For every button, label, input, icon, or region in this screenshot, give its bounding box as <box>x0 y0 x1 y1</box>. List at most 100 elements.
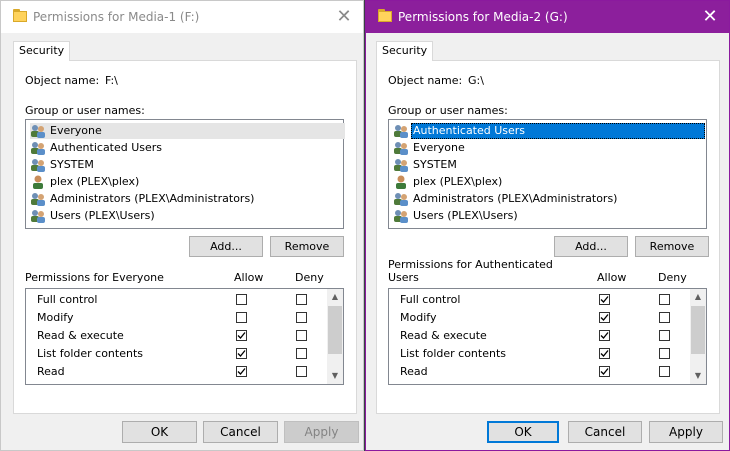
permission-row-list-folder-contents: List folder contents <box>389 345 689 363</box>
ok-button[interactable]: OK <box>487 421 559 443</box>
deny-checkbox-read-execute[interactable] <box>659 330 670 341</box>
permissions-label-line1: Permissions for Authenticated <box>388 258 553 271</box>
deny-checkbox-read[interactable] <box>659 366 670 377</box>
checkmark-icon <box>600 350 609 357</box>
deny-checkbox-list-folder-contents[interactable] <box>296 348 307 359</box>
permission-row-list-folder-contents: List folder contents <box>26 345 326 363</box>
permission-row-read: Read <box>389 363 689 381</box>
user-group-icon <box>393 157 409 173</box>
permission-row-full-control: Full control <box>389 291 689 309</box>
permission-row-full-control: Full control <box>26 291 326 309</box>
remove-button[interactable]: Remove <box>270 236 344 257</box>
allow-checkbox-full-control[interactable] <box>599 294 610 305</box>
checkmark-icon <box>237 350 246 357</box>
object-name-value: G:\ <box>468 74 484 87</box>
permission-row-modify: Modify <box>389 309 689 327</box>
security-panel: Object name: F:\ Group or user names: Ev… <box>13 60 357 414</box>
window-title: Permissions for Media-2 (G:) <box>398 10 568 24</box>
scroll-thumb[interactable] <box>328 306 342 354</box>
window-title: Permissions for Media-1 (F:) <box>33 10 200 24</box>
deny-header: Deny <box>658 271 687 284</box>
allow-checkbox-read-execute[interactable] <box>236 330 247 341</box>
deny-checkbox-read-execute[interactable] <box>296 330 307 341</box>
checkmark-icon <box>600 332 609 339</box>
folder-icon <box>13 9 27 22</box>
allow-checkbox-full-control[interactable] <box>236 294 247 305</box>
user-group-icon <box>30 191 46 207</box>
allow-checkbox-list-folder-contents[interactable] <box>599 348 610 359</box>
remove-button[interactable]: Remove <box>635 236 709 257</box>
user-group-icon <box>393 123 409 139</box>
tab-security[interactable]: Security <box>376 41 434 61</box>
scroll-up-icon[interactable]: ▲ <box>327 289 343 305</box>
user-group-icon <box>393 191 409 207</box>
security-panel: Object name: G:\ Group or user names: Au… <box>376 60 720 414</box>
deny-checkbox-modify[interactable] <box>296 312 307 323</box>
checkmark-icon <box>237 332 246 339</box>
permissions-label-line2: Users <box>388 271 419 284</box>
deny-header: Deny <box>295 271 324 284</box>
user-list[interactable]: Authenticated Users Everyone SYSTEM plex… <box>388 119 707 229</box>
apply-button[interactable]: Apply <box>649 421 723 443</box>
permissions-list: Full control Modify Read & execute List … <box>25 288 344 385</box>
cancel-button[interactable]: Cancel <box>568 421 642 443</box>
group-names-label: Group or user names: <box>388 104 508 117</box>
permissions-dialog-media-2: Permissions for Media-2 (G:) ✕ Security … <box>365 0 730 451</box>
permissions-list: Full control Modify Read & execute List … <box>388 288 707 385</box>
allow-checkbox-modify[interactable] <box>599 312 610 323</box>
title-bar[interactable]: Permissions for Media-1 (F:) ✕ <box>1 1 363 33</box>
list-item-authenticated-users[interactable]: Authenticated Users <box>393 123 705 139</box>
scroll-up-icon[interactable]: ▲ <box>690 289 706 305</box>
deny-checkbox-modify[interactable] <box>659 312 670 323</box>
user-group-icon <box>30 208 46 224</box>
user-list[interactable]: Everyone Authenticated Users SYSTEM plex… <box>25 119 345 229</box>
permission-row-read-execute: Read & execute <box>26 327 326 345</box>
permissions-scrollbar[interactable]: ▲ ▼ <box>690 289 706 384</box>
user-group-icon <box>30 140 46 156</box>
permissions-scrollbar[interactable]: ▲ ▼ <box>327 289 343 384</box>
object-name-label: Object name: <box>388 74 463 87</box>
checkmark-icon <box>600 314 609 321</box>
allow-header: Allow <box>597 271 627 284</box>
allow-checkbox-read[interactable] <box>236 366 247 377</box>
allow-checkbox-modify[interactable] <box>236 312 247 323</box>
permission-row-modify: Modify <box>26 309 326 327</box>
add-button[interactable]: Add... <box>189 236 263 257</box>
user-icon <box>30 174 46 190</box>
deny-checkbox-list-folder-contents[interactable] <box>659 348 670 359</box>
allow-checkbox-list-folder-contents[interactable] <box>236 348 247 359</box>
close-icon[interactable]: ✕ <box>697 4 723 30</box>
checkmark-icon <box>600 368 609 375</box>
close-icon[interactable]: ✕ <box>331 4 357 30</box>
scroll-down-icon[interactable]: ▼ <box>327 368 343 384</box>
user-group-icon <box>393 140 409 156</box>
scroll-thumb[interactable] <box>691 306 705 354</box>
permission-row-read: Read <box>26 363 326 381</box>
allow-checkbox-read[interactable] <box>599 366 610 377</box>
allow-checkbox-read-execute[interactable] <box>599 330 610 341</box>
title-bar[interactable]: Permissions for Media-2 (G:) ✕ <box>366 1 729 33</box>
user-group-icon <box>30 157 46 173</box>
ok-button[interactable]: OK <box>122 421 197 443</box>
apply-button[interactable]: Apply <box>284 421 359 443</box>
user-group-icon <box>393 208 409 224</box>
deny-checkbox-full-control[interactable] <box>659 294 670 305</box>
scroll-down-icon[interactable]: ▼ <box>690 368 706 384</box>
group-names-label: Group or user names: <box>25 104 145 117</box>
list-item-everyone[interactable]: Everyone <box>30 123 345 139</box>
folder-icon <box>378 9 392 22</box>
cancel-button[interactable]: Cancel <box>203 421 278 443</box>
user-group-icon <box>30 123 46 139</box>
deny-checkbox-full-control[interactable] <box>296 294 307 305</box>
deny-checkbox-read[interactable] <box>296 366 307 377</box>
object-name-value: F:\ <box>105 74 118 87</box>
checkmark-icon <box>237 368 246 375</box>
permission-row-read-execute: Read & execute <box>389 327 689 345</box>
permissions-dialog-media-1: Permissions for Media-1 (F:) ✕ Security … <box>0 0 364 451</box>
object-name-label: Object name: <box>25 74 100 87</box>
allow-header: Allow <box>234 271 264 284</box>
permissions-label: Permissions for Everyone <box>25 271 164 284</box>
tab-security[interactable]: Security <box>13 41 71 61</box>
add-button[interactable]: Add... <box>554 236 628 257</box>
checkmark-icon <box>600 296 609 303</box>
